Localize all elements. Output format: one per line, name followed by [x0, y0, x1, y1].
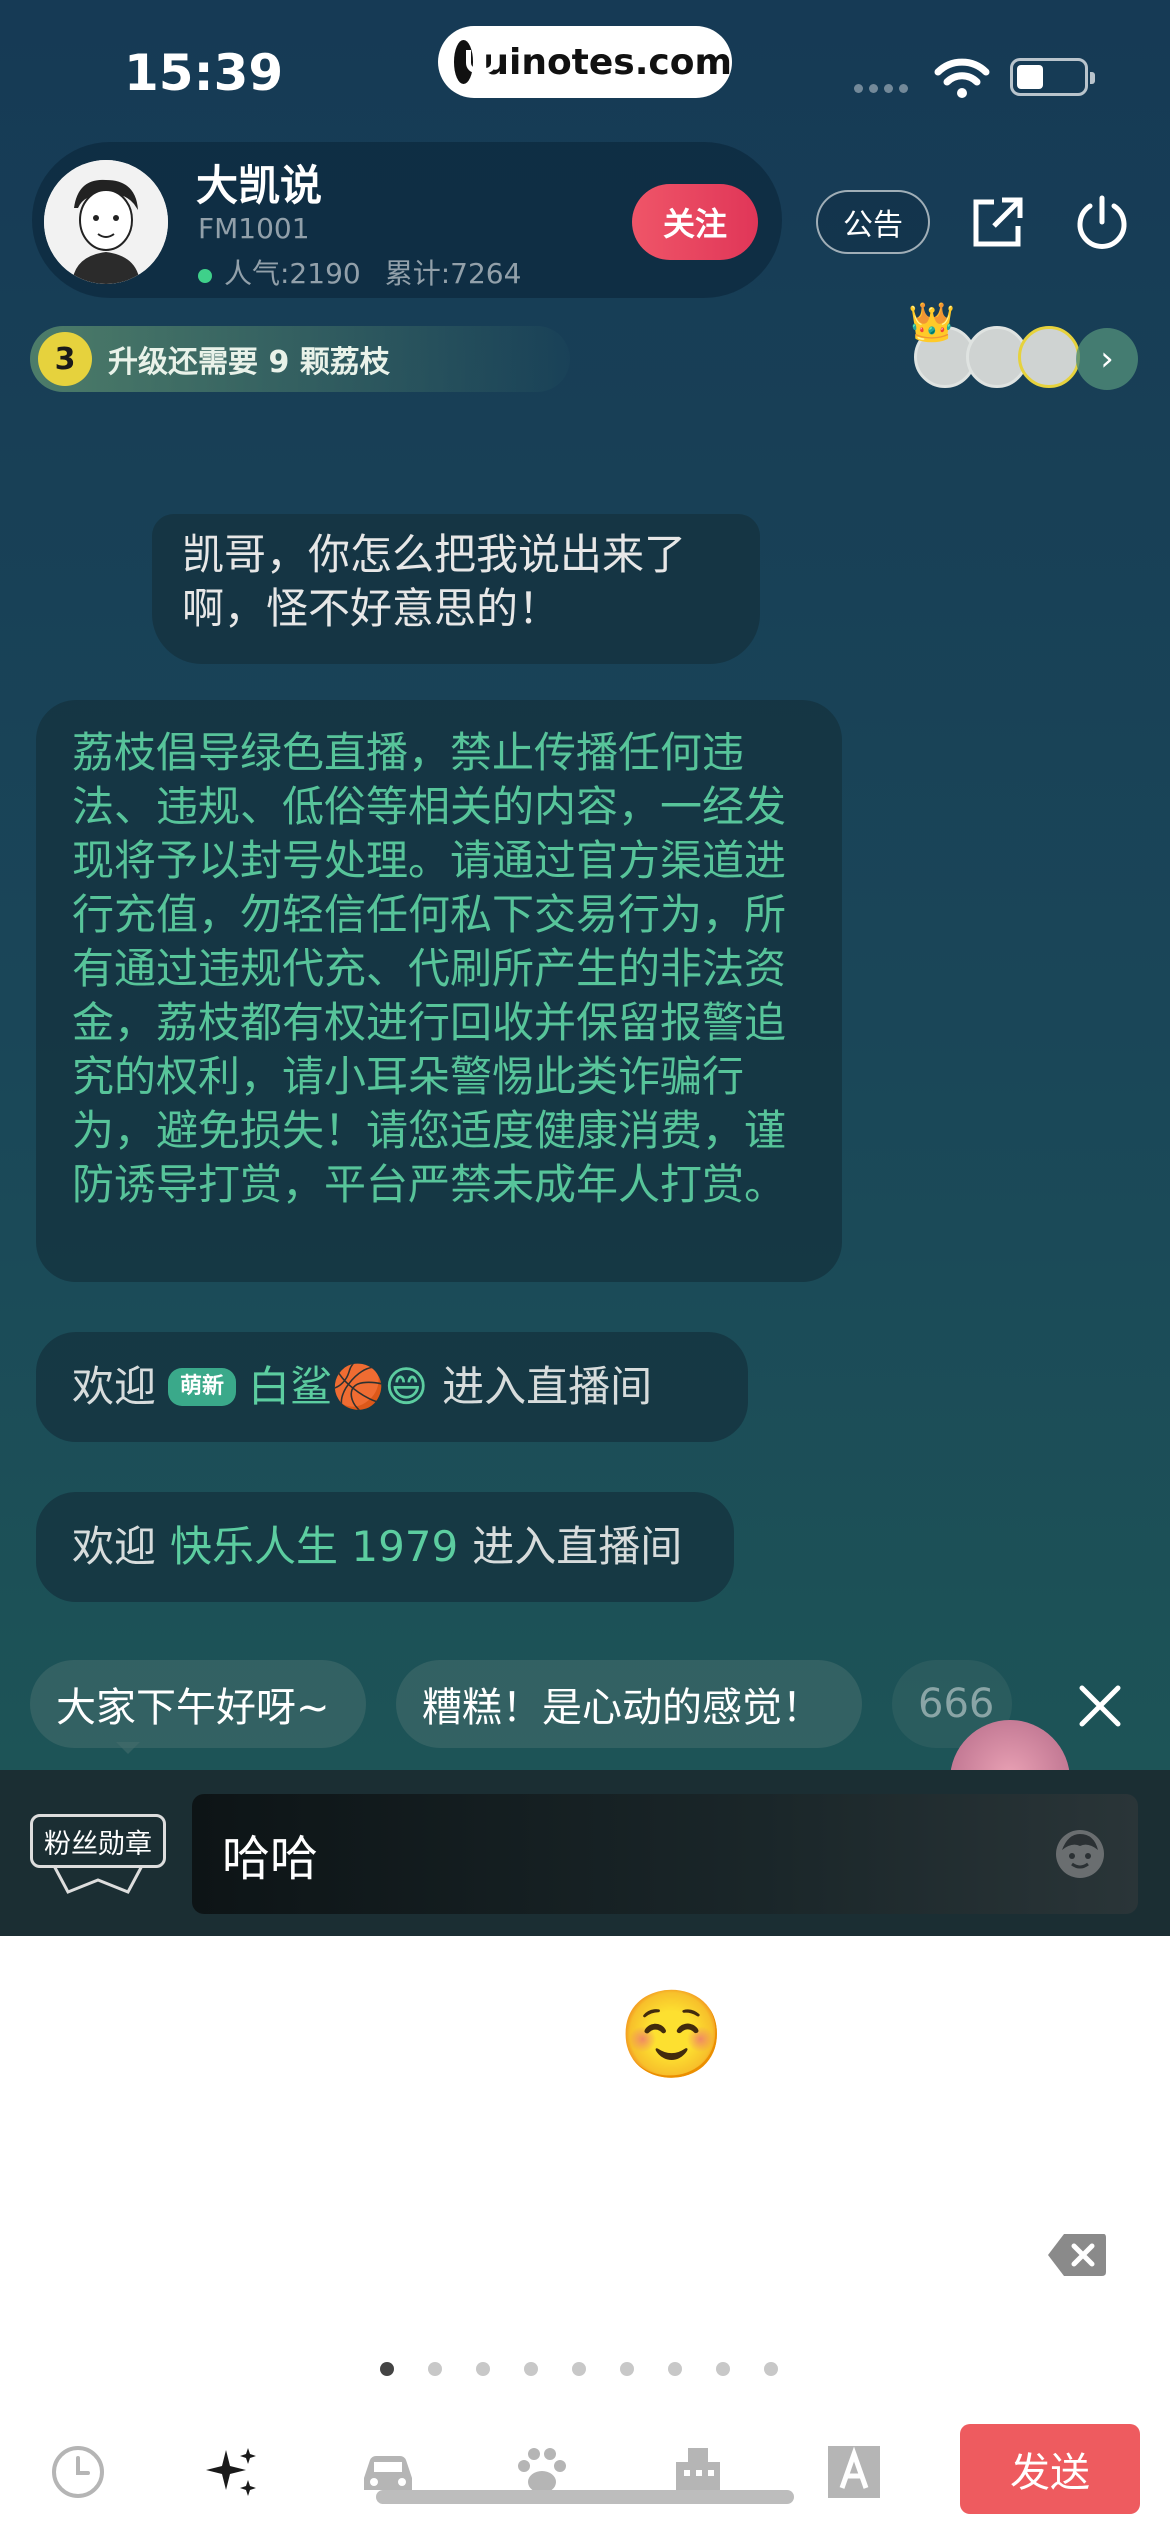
fan-medal-label: 粉丝勋章 [30, 1814, 166, 1868]
emoji-key[interactable]: ☺️ [604, 1980, 739, 2090]
avatar-illustration-icon [44, 160, 168, 284]
emoji-key[interactable]: 😳 [874, 2090, 1009, 2200]
page-indicator [380, 2362, 778, 2376]
share-icon[interactable] [968, 192, 1028, 252]
emoji-key[interactable]: 😜 [469, 2090, 604, 2200]
page-dot[interactable] [524, 2362, 538, 2376]
page-dot[interactable] [620, 2362, 634, 2376]
level-badge: 3 [38, 332, 92, 386]
emoji-key[interactable]: 😃 [199, 1980, 334, 2090]
url-pill: uinotes.com [438, 26, 732, 98]
page-dot[interactable] [380, 2362, 394, 2376]
backspace-key[interactable] [1009, 2200, 1144, 2310]
welcome-suffix: 进入直播间 [442, 1362, 653, 1411]
emoji-key[interactable]: 😔 [64, 2200, 199, 2310]
page-dot[interactable] [668, 2362, 682, 2376]
font-icon[interactable] [824, 2442, 884, 2502]
uinotes-logo-icon [454, 40, 497, 84]
welcome-user[interactable]: 快乐人生 1979 [170, 1520, 458, 1574]
emoji-key[interactable]: 😌 [199, 2200, 334, 2310]
host-avatar[interactable] [44, 160, 168, 284]
chat-welcome-message: 欢迎 快乐人生 1979 进入直播间 [36, 1492, 734, 1602]
emoji-key[interactable]: 😛 [739, 2090, 874, 2200]
top-viewers[interactable]: 👑 › [904, 300, 1144, 400]
home-indicator [376, 2490, 794, 2504]
emoji-key[interactable]: 😒 [334, 2200, 469, 2310]
chevron-right-icon[interactable]: › [1076, 328, 1138, 390]
battery-icon [1010, 58, 1095, 96]
welcome-suffix: 进入直播间 [472, 1522, 683, 1571]
sparkle-icon[interactable] [202, 2442, 262, 2502]
send-button[interactable]: 发送 [960, 2424, 1140, 2514]
host-name: 大凯说 [196, 161, 323, 210]
emoji-key[interactable]: 😁 [1009, 2090, 1144, 2200]
close-icon[interactable] [1074, 1680, 1126, 1732]
emoji-key[interactable]: 😍 [874, 1980, 1009, 2090]
level-text: 升级还需要 9 颗荔枝 [108, 345, 390, 380]
message-input-text: 哈哈 [222, 1831, 319, 1887]
clock-icon[interactable] [48, 2442, 108, 2502]
emoji-key[interactable]: 😊 [469, 1980, 604, 2090]
emoji-key[interactable]: 😙 [334, 2090, 469, 2200]
online-dot-icon [198, 269, 212, 283]
total-count: 累计:7264 [384, 257, 522, 290]
page-dot[interactable] [428, 2362, 442, 2376]
emoji-grid: 😄 😃 😀 😊 ☺️ 😉 😍 😘 😚 😗 😙 😜 😝 😛 😳 😁 😔 😌 😒 😞… [64, 1980, 1122, 2310]
page-dot[interactable] [764, 2362, 778, 2376]
url-text: uinotes.com [483, 41, 732, 83]
welcome-prefix: 欢迎 [72, 1362, 157, 1411]
follow-button[interactable]: 关注 [632, 184, 758, 260]
emoji-key[interactable]: 😝 [604, 2090, 739, 2200]
emoji-toggle-icon[interactable] [1054, 1828, 1106, 1880]
chat-system-notice: 荔枝倡导绿色直播，禁止传播任何违法、违规、低俗等相关的内容，一经发现将予以封号处… [36, 700, 842, 1282]
welcome-user[interactable]: 白鲨🏀😄 [248, 1360, 428, 1414]
status-time: 15:39 [124, 44, 284, 102]
host-fm-number: FM1001 [198, 212, 310, 245]
emoji-key[interactable]: 😞 [469, 2200, 604, 2310]
page-dot[interactable] [716, 2362, 730, 2376]
emoji-key[interactable]: 😂 [874, 2200, 1009, 2310]
emoji-key[interactable]: 😉 [739, 1980, 874, 2090]
emoji-key[interactable]: 😗 [199, 2090, 334, 2200]
page-dot[interactable] [572, 2362, 586, 2376]
viewer-avatar [1018, 326, 1080, 388]
host-stats: 人气:2190 累计:7264 [198, 252, 521, 292]
emoji-key[interactable]: 😣 [604, 2200, 739, 2310]
welcome-prefix: 欢迎 [72, 1522, 157, 1571]
chat-welcome-message: 欢迎 萌新 白鲨🏀😄 进入直播间 [36, 1332, 748, 1442]
emoji-key[interactable]: 😚 [64, 2090, 199, 2200]
message-input[interactable]: 哈哈 [192, 1794, 1138, 1914]
emoji-key[interactable]: 😀 [334, 1980, 469, 2090]
newbie-badge: 萌新 [168, 1368, 237, 1406]
wifi-icon [934, 58, 990, 98]
quick-reply[interactable]: 大家下午好呀~ [30, 1660, 366, 1754]
emoji-key[interactable]: 😘 [1009, 1980, 1144, 2090]
chat-message-user: 凯哥，你怎么把我说出来了啊，怪不好意思的！ [152, 514, 760, 664]
emoji-key[interactable]: 😢 [739, 2200, 874, 2310]
emoji-key[interactable]: 😄 [64, 1980, 199, 2090]
level-progress-bar[interactable]: 3 升级还需要 9 颗荔枝 [30, 326, 570, 392]
backspace-icon [1047, 2234, 1106, 2276]
crown-icon: 👑 [908, 300, 956, 344]
quick-reply[interactable]: 糟糕！是心动的感觉！ [396, 1660, 862, 1748]
popularity-count: 人气:2190 [224, 257, 361, 290]
page-dot[interactable] [476, 2362, 490, 2376]
power-icon[interactable] [1072, 192, 1132, 252]
cellular-signal-icon [854, 84, 908, 93]
fan-medal-button[interactable]: 粉丝勋章 [30, 1814, 166, 1896]
notice-button[interactable]: 公告 [816, 190, 930, 254]
